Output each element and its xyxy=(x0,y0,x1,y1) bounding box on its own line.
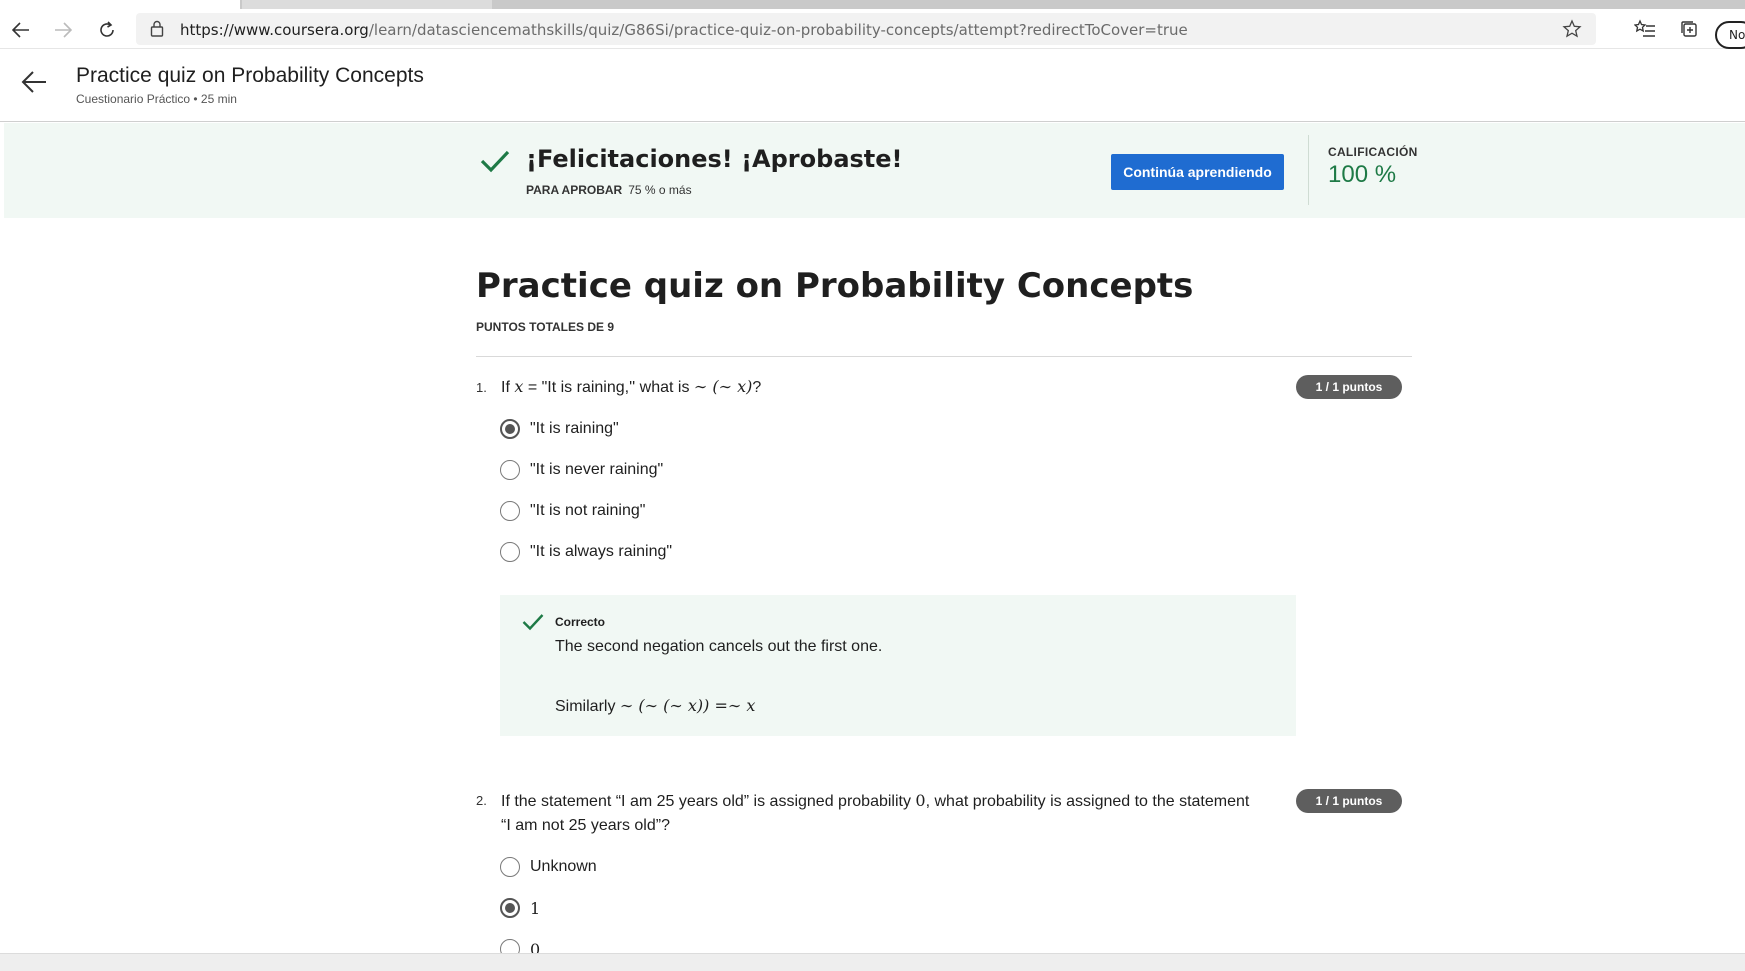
banner-title: ¡Felicitaciones! ¡Aprobaste! xyxy=(526,145,903,173)
option-label: "It is raining" xyxy=(530,420,619,437)
address-url: https://www.coursera.org/learn/datascien… xyxy=(180,21,1188,39)
lock-icon xyxy=(150,20,164,41)
horizontal-scrollbar[interactable] xyxy=(0,953,1745,971)
forward-icon[interactable] xyxy=(50,17,76,43)
radio-button[interactable] xyxy=(500,542,520,562)
option-label: "It is never raining" xyxy=(530,461,664,478)
banner-divider xyxy=(1308,135,1309,205)
page-title: Practice quiz on Probability Concepts xyxy=(76,64,424,87)
divider xyxy=(476,356,1412,357)
question-1-text: If x = "It is raining,'' what is ∼ (∼ x)… xyxy=(501,377,762,396)
pass-requirement: PARA APROBAR 75 % o más xyxy=(526,183,692,197)
points-badge: 1 / 1 puntos xyxy=(1296,375,1402,399)
radio-selected[interactable] xyxy=(500,898,520,918)
tab-strip xyxy=(0,0,1745,9)
browser-tab-active[interactable] xyxy=(0,0,240,9)
option-label: 1 xyxy=(530,898,541,918)
feedback-status: Correcto xyxy=(555,615,606,629)
favorites-list-icon[interactable] xyxy=(1633,19,1656,43)
feedback-text: The second negation cancels out the firs… xyxy=(555,638,883,655)
favorite-star-icon[interactable] xyxy=(1562,19,1582,43)
option-label: "It is not raining" xyxy=(530,502,646,519)
question-2-text: If the statement “I am 25 years old” is … xyxy=(501,791,1250,834)
browser-tab[interactable] xyxy=(242,0,492,9)
radio-selected[interactable] xyxy=(500,419,520,439)
radio-button[interactable] xyxy=(500,501,520,521)
points-badge: 1 / 1 puntos xyxy=(1296,789,1402,813)
answer-option[interactable]: "It is not raining" xyxy=(500,499,645,523)
collections-icon[interactable] xyxy=(1679,19,1699,43)
profile-button[interactable]: No xyxy=(1715,21,1745,49)
option-label: Unknown xyxy=(530,858,597,875)
question-number: 2. xyxy=(476,793,487,808)
check-icon xyxy=(522,613,544,635)
answer-option[interactable]: "It is always raining" xyxy=(500,540,672,564)
refresh-icon[interactable] xyxy=(94,17,120,43)
radio-button[interactable] xyxy=(500,857,520,877)
total-points: PUNTOS TOTALES DE 9 xyxy=(476,320,615,334)
back-icon[interactable] xyxy=(8,17,34,43)
continue-learning-button[interactable]: Continúa aprendiendo xyxy=(1111,154,1284,190)
quiz-title: Practice quiz on Probability Concepts xyxy=(476,266,1194,306)
grade-label: CALIFICACIÓN xyxy=(1328,145,1418,159)
option-label: "It is always raining" xyxy=(530,543,673,560)
grade-value: 100 % xyxy=(1328,161,1397,188)
answer-option[interactable]: "It is raining" xyxy=(500,417,619,441)
browser-toolbar: https://www.coursera.org/learn/datascien… xyxy=(0,9,1745,49)
answer-option[interactable]: Unknown xyxy=(500,855,597,879)
address-bar[interactable]: https://www.coursera.org/learn/datascien… xyxy=(136,13,1596,45)
result-banner: ¡Felicitaciones! ¡Aprobaste! PARA APROBA… xyxy=(4,123,1745,218)
radio-button[interactable] xyxy=(500,460,520,480)
question-number: 1. xyxy=(476,380,487,395)
feedback-box: Correcto The second negation cancels out… xyxy=(500,595,1296,736)
back-arrow-icon[interactable] xyxy=(20,70,48,98)
page-subtitle: Cuestionario Práctico • 25 min xyxy=(76,92,237,106)
answer-option[interactable]: 1 xyxy=(500,896,540,920)
answer-option[interactable]: "It is never raining" xyxy=(500,458,663,482)
page-header: Practice quiz on Probability Concepts Cu… xyxy=(0,50,1745,122)
feedback-math-text: Similarly ∼ (∼ (∼ x)) =∼ x xyxy=(555,696,756,715)
check-icon xyxy=(480,149,510,177)
pass-label: PARA APROBAR xyxy=(526,183,623,197)
pass-value: 75 % o más xyxy=(628,183,692,197)
